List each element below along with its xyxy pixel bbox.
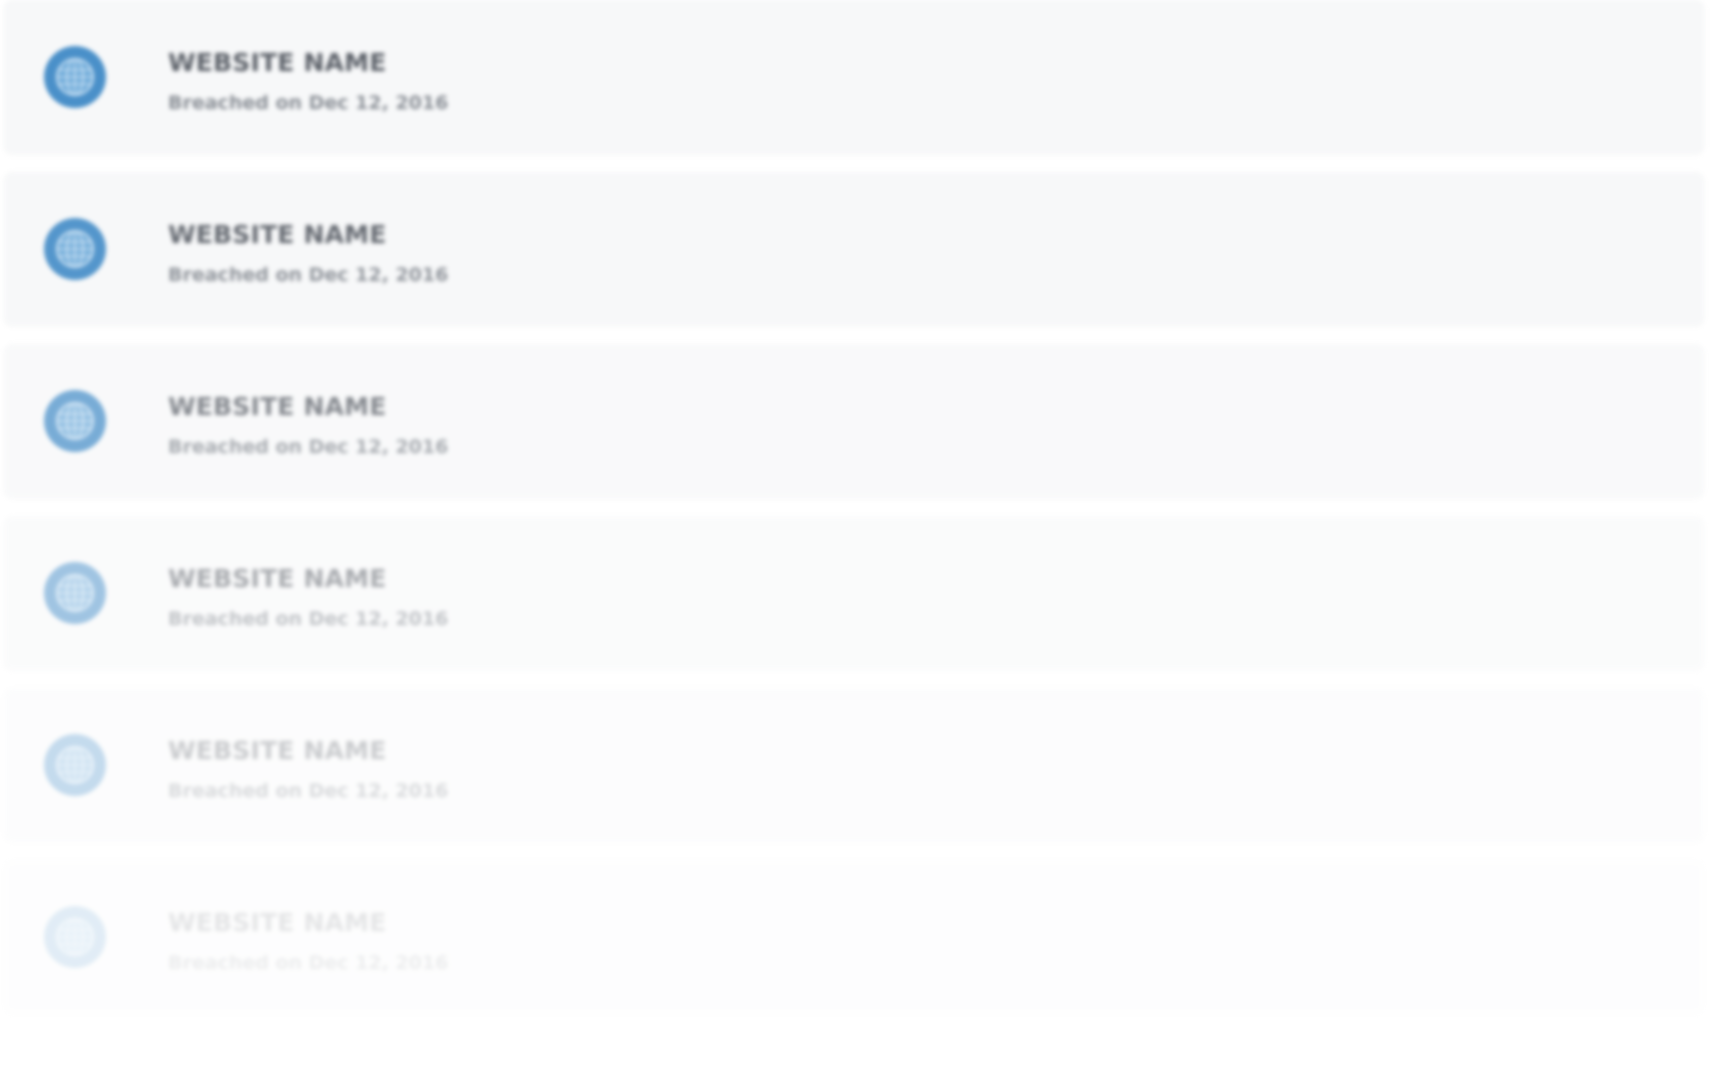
globe-icon xyxy=(44,906,106,968)
breach-date: Breached on Dec 12, 2016 xyxy=(168,264,449,286)
breach-list-item[interactable]: WEBSITE NAME Breached on Dec 12, 2016 xyxy=(4,0,1704,154)
website-name: WEBSITE NAME xyxy=(168,908,387,937)
website-name: WEBSITE NAME xyxy=(168,48,387,77)
website-name: WEBSITE NAME xyxy=(168,736,387,765)
website-name: WEBSITE NAME xyxy=(168,220,387,249)
breach-list-item[interactable]: WEBSITE NAME Breached on Dec 12, 2016 xyxy=(4,860,1704,1014)
globe-icon xyxy=(44,562,106,624)
breach-date: Breached on Dec 12, 2016 xyxy=(168,92,449,114)
breach-list: WEBSITE NAME Breached on Dec 12, 2016 WE… xyxy=(0,0,1712,1080)
breach-list-item[interactable]: WEBSITE NAME Breached on Dec 12, 2016 xyxy=(4,516,1704,670)
breach-date: Breached on Dec 12, 2016 xyxy=(168,608,449,630)
globe-icon xyxy=(44,734,106,796)
globe-icon xyxy=(44,46,106,108)
globe-icon xyxy=(44,218,106,280)
breach-date: Breached on Dec 12, 2016 xyxy=(168,436,449,458)
breach-list-item[interactable]: WEBSITE NAME Breached on Dec 12, 2016 xyxy=(4,688,1704,842)
website-name: WEBSITE NAME xyxy=(168,392,387,421)
breach-date: Breached on Dec 12, 2016 xyxy=(168,952,449,974)
globe-icon xyxy=(44,390,106,452)
website-name: WEBSITE NAME xyxy=(168,564,387,593)
breach-list-item[interactable]: WEBSITE NAME Breached on Dec 12, 2016 xyxy=(4,172,1704,326)
breach-date: Breached on Dec 12, 2016 xyxy=(168,780,449,802)
breach-list-item[interactable]: WEBSITE NAME Breached on Dec 12, 2016 xyxy=(4,344,1704,498)
